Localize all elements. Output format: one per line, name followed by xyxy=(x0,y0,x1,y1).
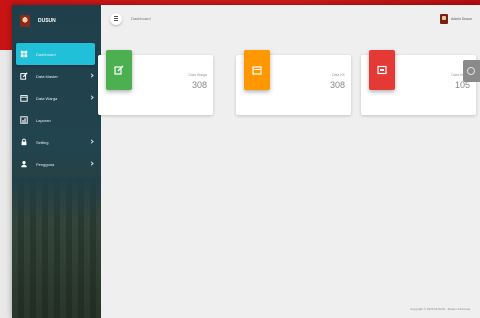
sidebar-item-label: Laporan xyxy=(36,117,51,123)
sidebar-item-laporan[interactable]: Laporan xyxy=(12,109,101,131)
edit-icon xyxy=(114,65,124,75)
sidebar-background-photo xyxy=(12,178,101,318)
chevron-down-icon xyxy=(89,161,94,166)
card-icon-tile xyxy=(369,50,395,90)
stat-card-warga[interactable]: Data Warga 308 xyxy=(98,50,213,115)
chart-icon xyxy=(20,116,28,124)
card-icon-tile xyxy=(244,50,270,90)
sidebar-item-label: Data Warga xyxy=(36,95,58,101)
sidebar-item-label: Dashboard xyxy=(36,51,56,57)
calendar-icon xyxy=(20,94,28,102)
dashboard-icon xyxy=(20,50,28,58)
chevron-down-icon xyxy=(89,95,94,100)
footer-copyright: Copyright © 2020 DUSUN - Sistem Informas… xyxy=(410,307,470,311)
user-name: Admin Dusun xyxy=(450,17,472,21)
sidebar-item-label: Data Master xyxy=(36,73,58,79)
sidebar-item-data-master[interactable]: Data Master xyxy=(12,65,101,87)
sidebar-item-data-warga[interactable]: Data Warga xyxy=(12,87,101,109)
card-label: Data Warga xyxy=(188,73,207,77)
stat-card-kk[interactable]: Data KK 308 xyxy=(236,50,351,115)
user-menu[interactable]: Admin Dusun xyxy=(439,14,472,24)
chart-icon xyxy=(377,65,387,75)
card-value: 308 xyxy=(329,80,345,90)
clock-icon xyxy=(467,67,475,75)
sidebar-nav: Dashboard Data Master Data Warga Laporan… xyxy=(12,43,101,175)
sidebar-item-dashboard[interactable]: Dashboard xyxy=(16,43,95,65)
stat-card-partial[interactable] xyxy=(463,60,480,82)
sidebar-item-setting[interactable]: Setting xyxy=(12,131,101,153)
menu-toggle-button[interactable] xyxy=(110,13,122,25)
brand[interactable]: DUSUN xyxy=(20,13,56,29)
brand-logo xyxy=(20,15,30,27)
sidebar-item-label: Pengguna xyxy=(36,161,55,167)
stat-card-mutasi[interactable]: Data Mutasi 105 xyxy=(361,50,476,115)
edit-icon xyxy=(20,72,28,80)
page-title: Dashboard xyxy=(131,16,151,21)
calendar-icon xyxy=(252,66,262,75)
user-icon xyxy=(20,160,28,168)
avatar xyxy=(439,14,448,24)
sidebar: DUSUN Dashboard Data Master Data Warga L… xyxy=(12,5,101,318)
top-navbar: Dashboard Admin Dusun xyxy=(101,5,480,35)
card-icon-tile xyxy=(106,50,132,90)
sidebar-item-label: Setting xyxy=(36,139,49,145)
sidebar-item-pengguna[interactable]: Pengguna xyxy=(12,153,101,175)
brand-name: DUSUN xyxy=(38,18,56,24)
card-value: 308 xyxy=(191,80,207,90)
chevron-down-icon xyxy=(89,73,94,78)
card-label: Data KK xyxy=(331,73,345,77)
chevron-down-icon xyxy=(89,139,94,144)
lock-icon xyxy=(20,138,28,146)
